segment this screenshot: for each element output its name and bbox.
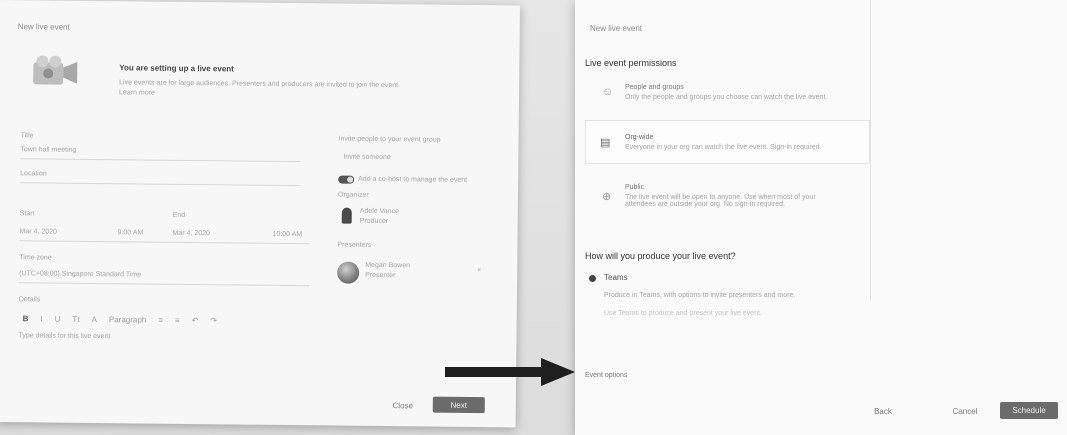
people-groups-icon: ☺ bbox=[602, 86, 614, 98]
datetime-underline bbox=[19, 240, 310, 245]
start-date-input[interactable]: Mar 4, 2020 bbox=[20, 228, 57, 235]
setup-title: You are setting up a live event bbox=[119, 63, 234, 74]
italic-button[interactable]: I bbox=[40, 314, 42, 323]
vertical-divider bbox=[870, 0, 871, 300]
learn-more-link[interactable]: Learn more bbox=[119, 89, 155, 96]
organizer-avatar-icon bbox=[341, 207, 352, 224]
font-size-button[interactable]: Tt bbox=[72, 315, 79, 324]
format-toolbar: B I U Tt A Paragraph ≡ ≡ ↶ ↷ bbox=[23, 314, 217, 325]
cancel-button[interactable]: Cancel bbox=[950, 404, 980, 418]
undo-button[interactable]: ↶ bbox=[192, 316, 199, 325]
end-label: End bbox=[172, 211, 186, 219]
numbering-button[interactable]: ≡ bbox=[175, 316, 180, 325]
end-date-input[interactable]: Mar 4, 2020 bbox=[173, 230, 210, 237]
end-time-input[interactable]: 10:00 AM bbox=[273, 231, 303, 238]
close-button[interactable]: Close bbox=[386, 398, 420, 412]
next-button[interactable]: Next bbox=[432, 396, 485, 414]
organizer-name: Adele Vance bbox=[359, 207, 400, 216]
bold-button[interactable]: B bbox=[23, 314, 29, 323]
presenter-avatar bbox=[337, 261, 360, 284]
permissions-heading: Live event permissions bbox=[585, 58, 677, 68]
produce-heading: How will you produce your live event? bbox=[585, 251, 736, 261]
event-options-link[interactable]: Event options bbox=[585, 372, 627, 379]
title-label: Title bbox=[20, 132, 34, 140]
title-underline bbox=[20, 158, 301, 163]
teams-radio[interactable] bbox=[589, 275, 596, 282]
invite-label: Invite people to your event group bbox=[338, 135, 441, 144]
new-live-event-dialog-step1: New live event You are setting up a live… bbox=[0, 0, 520, 428]
start-time-input[interactable]: 9:00 AM bbox=[118, 229, 144, 236]
presenter-role: Presenter bbox=[365, 271, 396, 280]
setup-description: Live events are for large audiences. Pre… bbox=[119, 79, 401, 90]
dialog-title: New live event bbox=[17, 22, 70, 32]
timezone-underline bbox=[19, 282, 310, 287]
dialog-title-2: New live event bbox=[590, 24, 643, 33]
invite-input[interactable]: Invite someone bbox=[343, 154, 391, 161]
presenters-label: Presenters bbox=[337, 241, 372, 249]
option-orgwide-title[interactable]: Org-wide bbox=[625, 134, 653, 141]
font-color-button[interactable]: A bbox=[92, 315, 97, 324]
details-label: Details bbox=[18, 296, 41, 304]
option-people-desc: Only the people and groups you choose ca… bbox=[625, 94, 828, 101]
globe-icon: ⊕ bbox=[602, 191, 612, 203]
presenter-name: Megan Bowen bbox=[365, 261, 411, 270]
teams-option-label[interactable]: Teams bbox=[604, 273, 628, 282]
start-label: Start bbox=[19, 210, 35, 218]
redo-button[interactable]: ↷ bbox=[210, 316, 217, 325]
cohost-toggle-label: Add a co-host to manage the event bbox=[358, 175, 468, 184]
details-input[interactable]: Type details for this live event bbox=[18, 332, 110, 340]
option-public-title[interactable]: Public bbox=[625, 184, 644, 191]
schedule-button[interactable]: Schedule bbox=[1000, 402, 1058, 419]
timezone-label: Time zone bbox=[19, 254, 52, 262]
organizer-role: Producer bbox=[359, 217, 389, 226]
title-input[interactable]: Town hall meeting bbox=[20, 146, 76, 154]
teams-option-desc: Produce in Teams, with options to invite… bbox=[604, 292, 796, 299]
teams-option-desc-2: Use Teams to produce and present your li… bbox=[604, 310, 762, 317]
paragraph-style-button[interactable]: Paragraph bbox=[109, 315, 146, 324]
option-people-title[interactable]: People and groups bbox=[625, 84, 684, 91]
remove-presenter-icon[interactable]: × bbox=[477, 267, 481, 274]
underline-button[interactable]: U bbox=[55, 315, 61, 324]
back-button[interactable]: Back bbox=[868, 404, 898, 418]
option-public-desc: The live event will be open to anyone. U… bbox=[625, 194, 816, 208]
bullets-button[interactable]: ≡ bbox=[158, 316, 163, 325]
location-input[interactable]: Location bbox=[20, 170, 47, 177]
arrow-right-icon bbox=[445, 358, 575, 386]
timezone-select[interactable]: (UTC+08:00) Singapore Standard Time bbox=[19, 270, 141, 278]
organizer-label: Organizer bbox=[337, 191, 369, 199]
option-orgwide-card[interactable] bbox=[585, 120, 870, 164]
location-underline bbox=[20, 182, 301, 187]
camera-illustration-icon bbox=[29, 52, 81, 91]
option-orgwide-desc: Everyone in your org can watch the live … bbox=[625, 144, 822, 151]
document-icon: ▤ bbox=[600, 137, 611, 149]
cohost-toggle[interactable] bbox=[338, 175, 355, 184]
